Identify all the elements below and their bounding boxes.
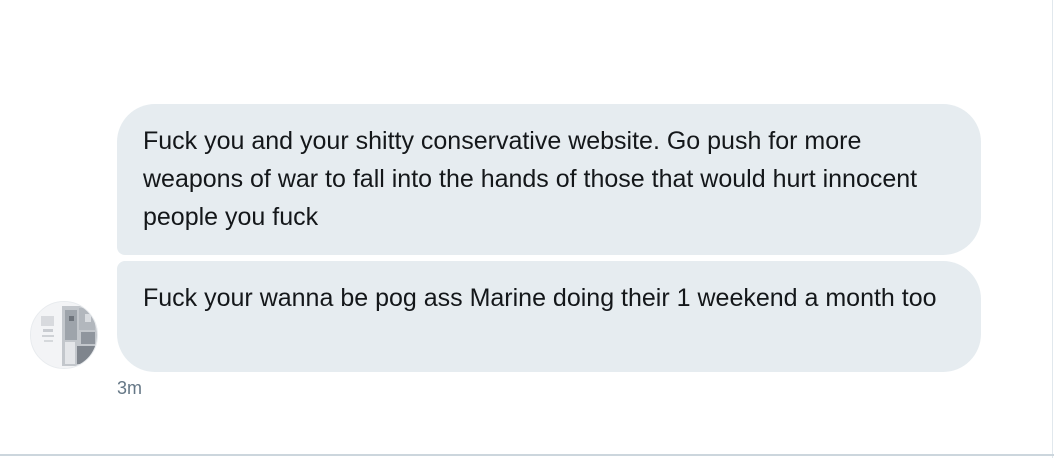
composer-divider [0,454,1054,456]
dm-conversation-view: Fuck you and your shitty conservative we… [0,0,1054,458]
message-bubble[interactable]: Fuck you and your shitty conservative we… [117,104,981,255]
user-avatar-photo-icon [31,302,97,368]
avatar[interactable] [30,301,98,369]
message-text: Fuck your wanna be pog ass Marine doing … [143,284,937,312]
message-timestamp: 3m [117,378,143,398]
message-bubble[interactable]: Fuck your wanna be pog ass Marine doing … [117,261,981,372]
panel-right-border [1052,0,1053,458]
message-text: Fuck you and your shitty conservative we… [143,127,918,231]
